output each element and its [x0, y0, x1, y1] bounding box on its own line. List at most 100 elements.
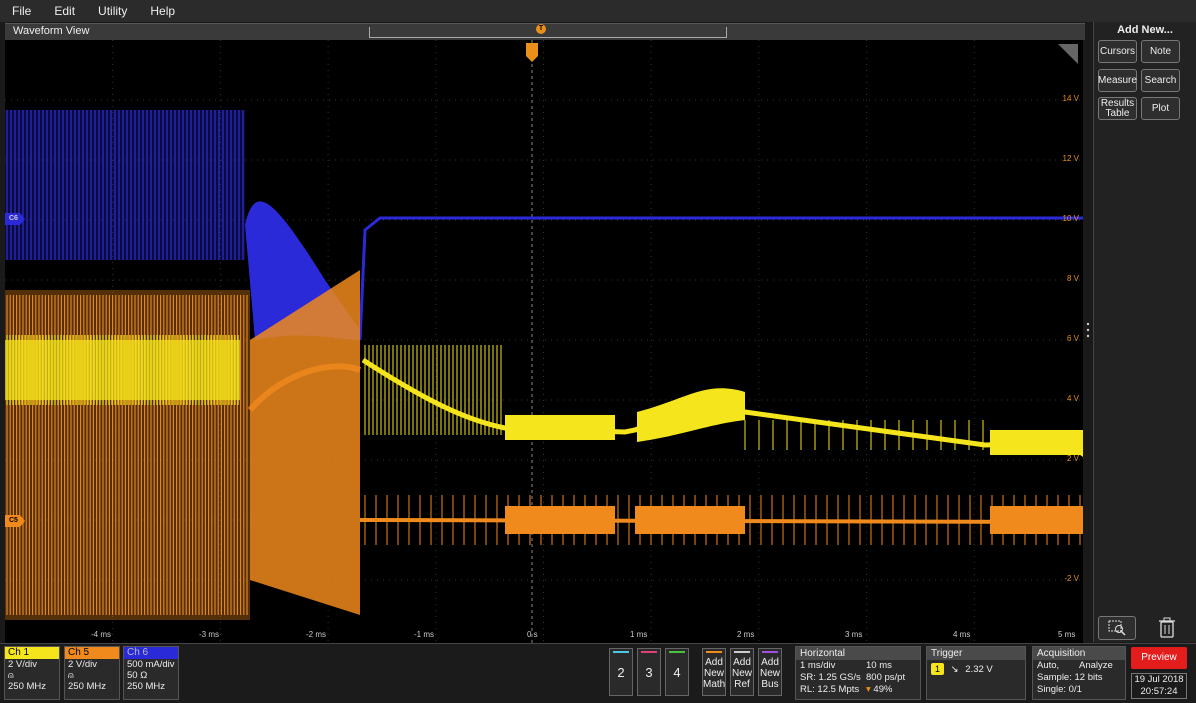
- menu-bar: File Edit Utility Help: [0, 0, 1196, 22]
- note-button[interactable]: Note: [1141, 40, 1180, 63]
- menu-utility[interactable]: Utility: [86, 0, 138, 22]
- trigger-level: 2.32 V: [965, 664, 993, 675]
- ch5-scale: 2 V/div: [68, 659, 98, 670]
- add-ref-l2: New: [731, 668, 752, 679]
- ch1-bandwidth: 250 MHz: [8, 681, 47, 692]
- waveform-trace: [744, 420, 984, 450]
- acquisition-sample: Sample: 12 bits: [1037, 672, 1103, 683]
- horizontal-row-2: SR: 1.25 GS/s 800 ps/pt: [796, 672, 920, 684]
- trigger-row: 1 ↘ 2.32 V: [927, 660, 1025, 676]
- measure-button[interactable]: Measure: [1098, 69, 1137, 92]
- ch6-badge[interactable]: Ch 6 500 mA/div 50 Ω 250 MHz: [123, 646, 179, 700]
- x-tick-label: 4 ms: [953, 630, 971, 639]
- waveform-view-title: Waveform View: [13, 25, 90, 37]
- x-tick-label: -3 ms: [199, 630, 219, 639]
- horizontal-record-length: RL: 12.5 Mpts: [800, 684, 860, 695]
- y-tick-label: 10 V: [1062, 214, 1079, 223]
- add-new-title: Add New...: [1117, 24, 1173, 36]
- waveform-trace: [637, 388, 745, 442]
- horizontal-title: Horizontal: [796, 647, 920, 660]
- waveform-trace: [505, 506, 615, 534]
- acquisition-panel[interactable]: Acquisition Auto, Analyze Sample: 12 bits…: [1032, 646, 1126, 700]
- position-icon: ▾: [866, 684, 871, 695]
- add-bus-l3: Bus: [761, 679, 779, 690]
- add-ref-l1: Add: [733, 657, 751, 668]
- date-time-box: 19 Jul 2018 20:57:24: [1131, 673, 1187, 699]
- add-bus-l2: New: [759, 668, 780, 679]
- x-tick-label: 2 ms: [737, 630, 755, 639]
- probe-icon: ⍝: [8, 670, 14, 681]
- y-tick-label: 4 V: [1066, 394, 1079, 403]
- waveform-trace: [358, 216, 1083, 341]
- ch6-scale: 500 mA/div: [127, 659, 175, 670]
- ch1-badge[interactable]: Ch 1 2 V/div ⍝ 250 MHz: [4, 646, 60, 700]
- right-panel: Add New... Cursors Note Measure Search R…: [1086, 22, 1196, 642]
- menu-edit[interactable]: Edit: [42, 0, 86, 22]
- x-tick-label: -4 ms: [91, 630, 111, 639]
- add-math-l2: New: [703, 668, 724, 679]
- x-tick-label: 0 s: [527, 630, 538, 639]
- waveform-view-header: Waveform View T: [5, 23, 1085, 40]
- cursors-button[interactable]: Cursors: [1098, 40, 1137, 63]
- x-tick-label: -1 ms: [414, 630, 434, 639]
- channel-3-button[interactable]: 3: [637, 648, 661, 696]
- channel-2-button[interactable]: 2: [609, 648, 633, 696]
- plot-button[interactable]: Plot: [1141, 97, 1180, 120]
- corner-handle: [1058, 44, 1078, 64]
- trigger-source-badge: 1: [931, 663, 945, 675]
- channel-4-button[interactable]: 4: [665, 648, 689, 696]
- ch1-scale: 2 V/div: [8, 659, 38, 670]
- horizontal-row-1: 1 ms/div 10 ms: [796, 660, 920, 672]
- search-button[interactable]: Search: [1141, 69, 1180, 92]
- horizontal-scale: 1 ms/div: [800, 660, 836, 671]
- x-tick-label: -2 ms: [306, 630, 326, 639]
- x-tick-label: 3 ms: [845, 630, 863, 639]
- menu-help[interactable]: Help: [138, 0, 186, 22]
- horizontal-position: 49%: [873, 684, 893, 695]
- horizontal-row-3: RL: 12.5 Mpts ▾ 49%: [796, 684, 920, 696]
- time: 20:57:24: [1140, 686, 1178, 697]
- results-table-button[interactable]: Results Table: [1098, 97, 1137, 120]
- menu-file[interactable]: File: [0, 0, 42, 22]
- add-new-bus-button[interactable]: Add New Bus: [758, 648, 782, 696]
- bottom-settings-bar: Ch 1 2 V/div ⍝ 250 MHz Ch 5 2 V/div ⍝ 25…: [0, 643, 1196, 703]
- acquisition-row-1: Auto, Analyze: [1033, 660, 1125, 672]
- y-tick-label: 2 V: [1066, 454, 1079, 463]
- results-table-label-2: Table: [1105, 107, 1130, 119]
- trigger-title: Trigger: [927, 647, 1025, 660]
- add-new-ref-button[interactable]: Add New Ref: [730, 648, 754, 696]
- add-ref-l3: Ref: [734, 679, 750, 690]
- horizontal-resolution: 800 ps/pt: [866, 672, 906, 683]
- trigger-marker-icon: [526, 43, 538, 62]
- acquisition-action: Analyze: [1079, 660, 1113, 671]
- acquisition-mode: Auto,: [1037, 660, 1060, 671]
- channel-3-label: 3: [645, 664, 653, 680]
- y-tick-label: 0 V: [1066, 514, 1079, 523]
- waveform-trace: [990, 430, 1083, 455]
- channel-4-label: 4: [673, 664, 681, 680]
- waveform-canvas: [5, 40, 1083, 643]
- record-overview-bar[interactable]: T: [369, 24, 727, 38]
- ch5-badge[interactable]: Ch 5 2 V/div ⍝ 250 MHz: [64, 646, 120, 700]
- trash-icon[interactable]: [1155, 616, 1179, 640]
- x-tick-label: 5 ms: [1058, 630, 1076, 639]
- add-bus-l1: Add: [761, 657, 779, 668]
- waveform-plot[interactable]: 14 V 12 V 10 V 8 V 6 V 4 V 2 V 0 V -2 V …: [5, 40, 1083, 643]
- acquisition-title: Acquisition: [1033, 647, 1125, 660]
- add-math-l1: Add: [705, 657, 723, 668]
- results-table-label-1: Results: [1100, 97, 1135, 109]
- zoom-icon[interactable]: [1098, 616, 1136, 640]
- add-new-math-button[interactable]: Add New Math: [702, 648, 726, 696]
- probe-icon: ⍝: [68, 670, 74, 681]
- y-tick-label: 8 V: [1066, 274, 1079, 283]
- waveform-trace: [364, 345, 502, 435]
- horizontal-panel[interactable]: Horizontal 1 ms/div 10 ms SR: 1.25 GS/s 80…: [795, 646, 921, 700]
- x-tick-label: 1 ms: [630, 630, 648, 639]
- trigger-panel[interactable]: Trigger 1 ↘ 2.32 V: [926, 646, 1026, 700]
- channel-2-label: 2: [617, 664, 625, 680]
- date: 19 Jul 2018: [1134, 674, 1184, 685]
- panel-resize-handle[interactable]: [1086, 320, 1090, 340]
- preview-button[interactable]: Preview: [1131, 647, 1187, 669]
- add-math-l3: Math: [703, 679, 726, 690]
- ch1-label: Ch 1: [5, 647, 59, 659]
